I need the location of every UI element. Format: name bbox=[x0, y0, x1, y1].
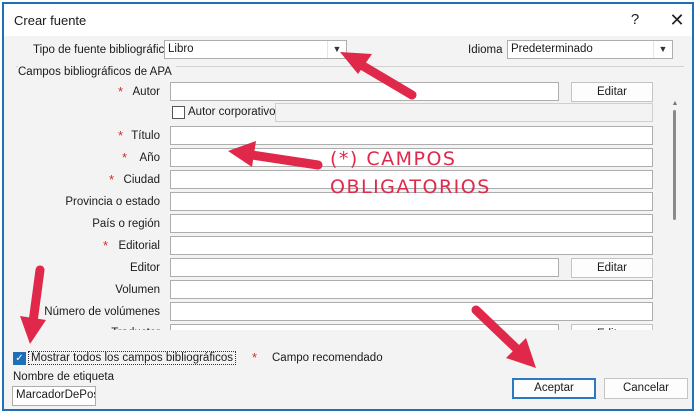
scroll-thumb[interactable] bbox=[673, 110, 676, 220]
anio-label: Año bbox=[139, 152, 160, 164]
source-type-value: Libro bbox=[168, 43, 194, 55]
chevron-down-icon: ▼ bbox=[653, 41, 672, 58]
titulo-label: Título bbox=[131, 130, 160, 142]
corporate-author-input[interactable] bbox=[275, 103, 653, 122]
provincia-label: Provincia o estado bbox=[65, 196, 160, 208]
tag-name-input[interactable]: MarcadorDePosicion1 bbox=[12, 386, 96, 406]
tag-name-label: Nombre de etiqueta bbox=[13, 371, 115, 383]
show-all-label[interactable]: Mostrar todos los campos bibliográficos bbox=[28, 351, 236, 365]
scroll-up-icon[interactable]: ▲ bbox=[671, 100, 679, 108]
checkmark-icon: ✓ bbox=[15, 353, 24, 364]
titulo-input[interactable] bbox=[170, 126, 653, 145]
editor-edit-button[interactable]: Editar bbox=[571, 258, 653, 278]
dialog-window: Crear fuente ? ✕ Tipo de fuente bibliogr… bbox=[2, 2, 694, 411]
source-type-label: Tipo de fuente bibliográfica bbox=[33, 44, 171, 56]
pais-label: País o región bbox=[92, 218, 160, 230]
autor-label: Autor bbox=[132, 86, 161, 98]
volumen-label: Volumen bbox=[115, 284, 160, 296]
corporate-author-label: Autor corporativo bbox=[188, 106, 276, 118]
help-icon[interactable]: ? bbox=[622, 9, 648, 31]
accept-button[interactable]: Aceptar bbox=[512, 378, 596, 399]
close-icon[interactable]: ✕ bbox=[664, 9, 690, 31]
source-type-dropdown[interactable]: Libro ▼ bbox=[164, 40, 347, 59]
window-title: Crear fuente bbox=[14, 13, 87, 28]
show-all-checkbox[interactable]: ✓ bbox=[13, 352, 26, 365]
corporate-author-checkbox[interactable] bbox=[172, 106, 185, 119]
chevron-down-icon: ▼ bbox=[327, 41, 346, 58]
language-value: Predeterminado bbox=[511, 43, 593, 55]
num-volumenes-input[interactable] bbox=[170, 302, 653, 321]
editor-input[interactable] bbox=[170, 258, 559, 277]
pais-input[interactable] bbox=[170, 214, 653, 233]
fields-scrollbar[interactable]: ▲ bbox=[671, 100, 679, 332]
volumen-input[interactable] bbox=[170, 280, 653, 299]
editorial-input[interactable] bbox=[170, 236, 653, 255]
autor-edit-button[interactable]: Editar bbox=[571, 82, 653, 102]
editor-label: Editor bbox=[129, 262, 160, 274]
title-bar: Crear fuente ? ✕ bbox=[4, 4, 692, 36]
autor-input[interactable] bbox=[170, 82, 559, 101]
scroll-clip bbox=[4, 330, 692, 346]
annotation-line-1: (*) CAMPOS bbox=[330, 148, 457, 170]
recommended-label: Campo recomendado bbox=[272, 352, 383, 364]
language-dropdown[interactable]: Predeterminado ▼ bbox=[507, 40, 673, 59]
editorial-label: Editorial bbox=[118, 240, 160, 252]
ciudad-label: Ciudad bbox=[123, 174, 160, 186]
cancel-button[interactable]: Cancelar bbox=[604, 378, 688, 399]
group-label: Campos bibliográficos de APA bbox=[18, 66, 176, 78]
language-label: Idioma bbox=[468, 44, 503, 56]
annotation-line-2: OBLIGATORIOS bbox=[330, 176, 491, 198]
num-volumenes-label: Número de volúmenes bbox=[44, 306, 160, 318]
recommended-star: * bbox=[252, 350, 258, 365]
